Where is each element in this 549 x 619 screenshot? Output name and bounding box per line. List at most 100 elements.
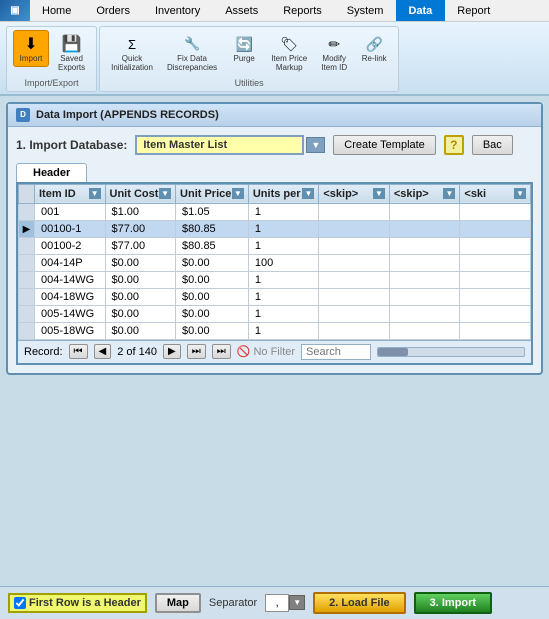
header-tab[interactable]: Header [16,163,87,182]
back-button[interactable]: Bac [472,135,513,155]
col-sort-skip3[interactable]: ▼ [514,188,526,199]
ribbon-btn-fix-data[interactable]: 🔧 Fix DataDiscrepancies [162,30,222,76]
import-dropdown-arrow[interactable]: ▼ [306,137,325,153]
import-action-button[interactable]: 3. Import [414,592,492,614]
unit-price-cell: $1.05 [176,203,249,220]
nav-home[interactable]: Home [30,0,84,21]
skip2-cell [389,271,460,288]
nav-last-button[interactable]: ⏭ [187,344,206,359]
skip1-cell [319,203,390,220]
unit-price-cell: $0.00 [176,254,249,271]
saved-exports-icon: 💾 [61,33,83,55]
ribbon-btn-quick-init[interactable]: Σ QuickInitialization [106,30,158,76]
col-sort-skip1[interactable]: ▼ [373,188,385,199]
record-nav-bar: Record: ⏮ ◀ 2 of 140 ▶ ⏭ ⏭ 🚫 No Filter [18,340,531,363]
col-header-unit-cost[interactable]: Unit Cost ▼ [105,184,176,203]
skip2-cell [389,237,460,254]
table-row[interactable]: 005-18WG $0.00 $0.00 1 [19,322,531,339]
skip1-cell [319,322,390,339]
nav-inventory[interactable]: Inventory [143,0,213,21]
table-row[interactable]: 00100-2 $77.00 $80.85 1 [19,237,531,254]
nav-data[interactable]: Data [396,0,445,21]
ribbon-btn-relink[interactable]: 🔗 Re-link [356,30,392,67]
col-header-skip1[interactable]: <skip> ▼ [319,184,390,203]
skip3-cell [460,271,531,288]
unit-price-cell: $80.85 [176,220,249,237]
row-num-cell [19,288,35,305]
col-sort-item-id[interactable]: ▼ [89,188,101,199]
item-id-cell: 004-18WG [35,288,106,305]
load-file-button[interactable]: 2. Load File [313,592,406,614]
nav-first-button[interactable]: ⏮ [69,344,88,359]
nav-orders[interactable]: Orders [84,0,143,21]
item-id-cell: 005-14WG [35,305,106,322]
skip1-cell [319,288,390,305]
col-header-skip2[interactable]: <skip> ▼ [389,184,460,203]
app-logo: ▣ [0,0,30,21]
col-header-unit-price-label: Unit Price [180,188,231,200]
ribbon-btn-saved-exports[interactable]: 💾 SavedExports [53,30,90,76]
col-header-unit-price[interactable]: Unit Price ▼ [176,184,249,203]
nav-reports[interactable]: Reports [271,0,335,21]
scrollbar-thumb[interactable] [378,348,408,356]
col-header-units-per[interactable]: Units per ▼ [248,184,319,203]
col-header-skip3[interactable]: <ski ▼ [460,184,531,203]
ribbon-btn-purge[interactable]: 🔄 Purge [226,30,262,67]
unit-cost-cell: $0.00 [105,271,176,288]
col-sort-unit-price[interactable]: ▼ [232,188,244,199]
modify-item-icon: ✏ [323,33,345,55]
table-row[interactable]: 004-14P $0.00 $0.00 100 [19,254,531,271]
col-sort-unit-cost[interactable]: ▼ [159,188,171,199]
search-input[interactable] [301,344,371,360]
nav-next-button[interactable]: ▶ [163,344,181,359]
table-row[interactable]: 004-18WG $0.00 $0.00 1 [19,288,531,305]
fix-data-icon: 🔧 [181,33,203,55]
nav-system[interactable]: System [335,0,397,21]
ribbon-btn-modify-item-label: ModifyItem ID [321,55,347,73]
unit-price-cell: $0.00 [176,322,249,339]
horizontal-scrollbar[interactable] [377,347,525,357]
skip2-cell [389,288,460,305]
units-per-cell: 1 [248,322,319,339]
table-row[interactable]: 001 $1.00 $1.05 1 [19,203,531,220]
import-database-row: 1. Import Database: ▼ Create Template ? … [16,135,533,155]
ribbon-btn-modify-item[interactable]: ✏ ModifyItem ID [316,30,352,76]
col-header-item-id[interactable]: Item ID ▼ [35,184,106,203]
ribbon-btn-purge-label: Purge [234,55,255,64]
separator-input[interactable] [265,594,289,612]
table-scroll-area[interactable]: Item ID ▼ Unit Cost ▼ [18,184,531,340]
item-id-cell: 004-14P [35,254,106,271]
skip3-cell [460,254,531,271]
first-row-header-checkbox[interactable] [14,597,26,609]
item-id-cell: 00100-2 [35,237,106,254]
table-row[interactable]: ▶ 00100-1 $77.00 $80.85 1 [19,220,531,237]
col-sort-skip2[interactable]: ▼ [443,188,455,199]
separator-dropdown-arrow[interactable]: ▼ [289,595,305,610]
table-row[interactable]: 005-14WG $0.00 $0.00 1 [19,305,531,322]
item-price-icon: 🏷 [278,33,300,55]
row-num-cell [19,271,35,288]
nav-report[interactable]: Report [445,0,503,21]
create-template-button[interactable]: Create Template [333,135,436,155]
map-button[interactable]: Map [155,593,201,613]
import-database-input[interactable] [135,135,304,155]
nav-prev-button[interactable]: ◀ [94,344,112,359]
skip1-cell [319,220,390,237]
units-per-cell: 1 [248,237,319,254]
table-row[interactable]: 004-14WG $0.00 $0.00 1 [19,271,531,288]
ribbon-btn-saved-exports-label: SavedExports [58,55,85,73]
nav-assets[interactable]: Assets [213,0,271,21]
item-id-cell: 001 [35,203,106,220]
col-sort-units-per[interactable]: ▼ [302,188,314,199]
separator-label: Separator [209,597,257,609]
first-row-header-checkbox-wrapper[interactable]: First Row is a Header [8,593,147,613]
unit-cost-cell: $0.00 [105,322,176,339]
nav-end-button[interactable]: ⏭ [212,344,231,359]
row-num-cell [19,254,35,271]
ribbon-btn-item-price-label: Item PriceMarkup [271,55,307,73]
info-button[interactable]: ? [444,135,464,155]
skip2-cell [389,254,460,271]
row-num-cell: ▶ [19,220,35,237]
ribbon-btn-item-price[interactable]: 🏷 Item PriceMarkup [266,30,312,76]
ribbon-btn-import[interactable]: ⬇ Import [13,30,49,67]
